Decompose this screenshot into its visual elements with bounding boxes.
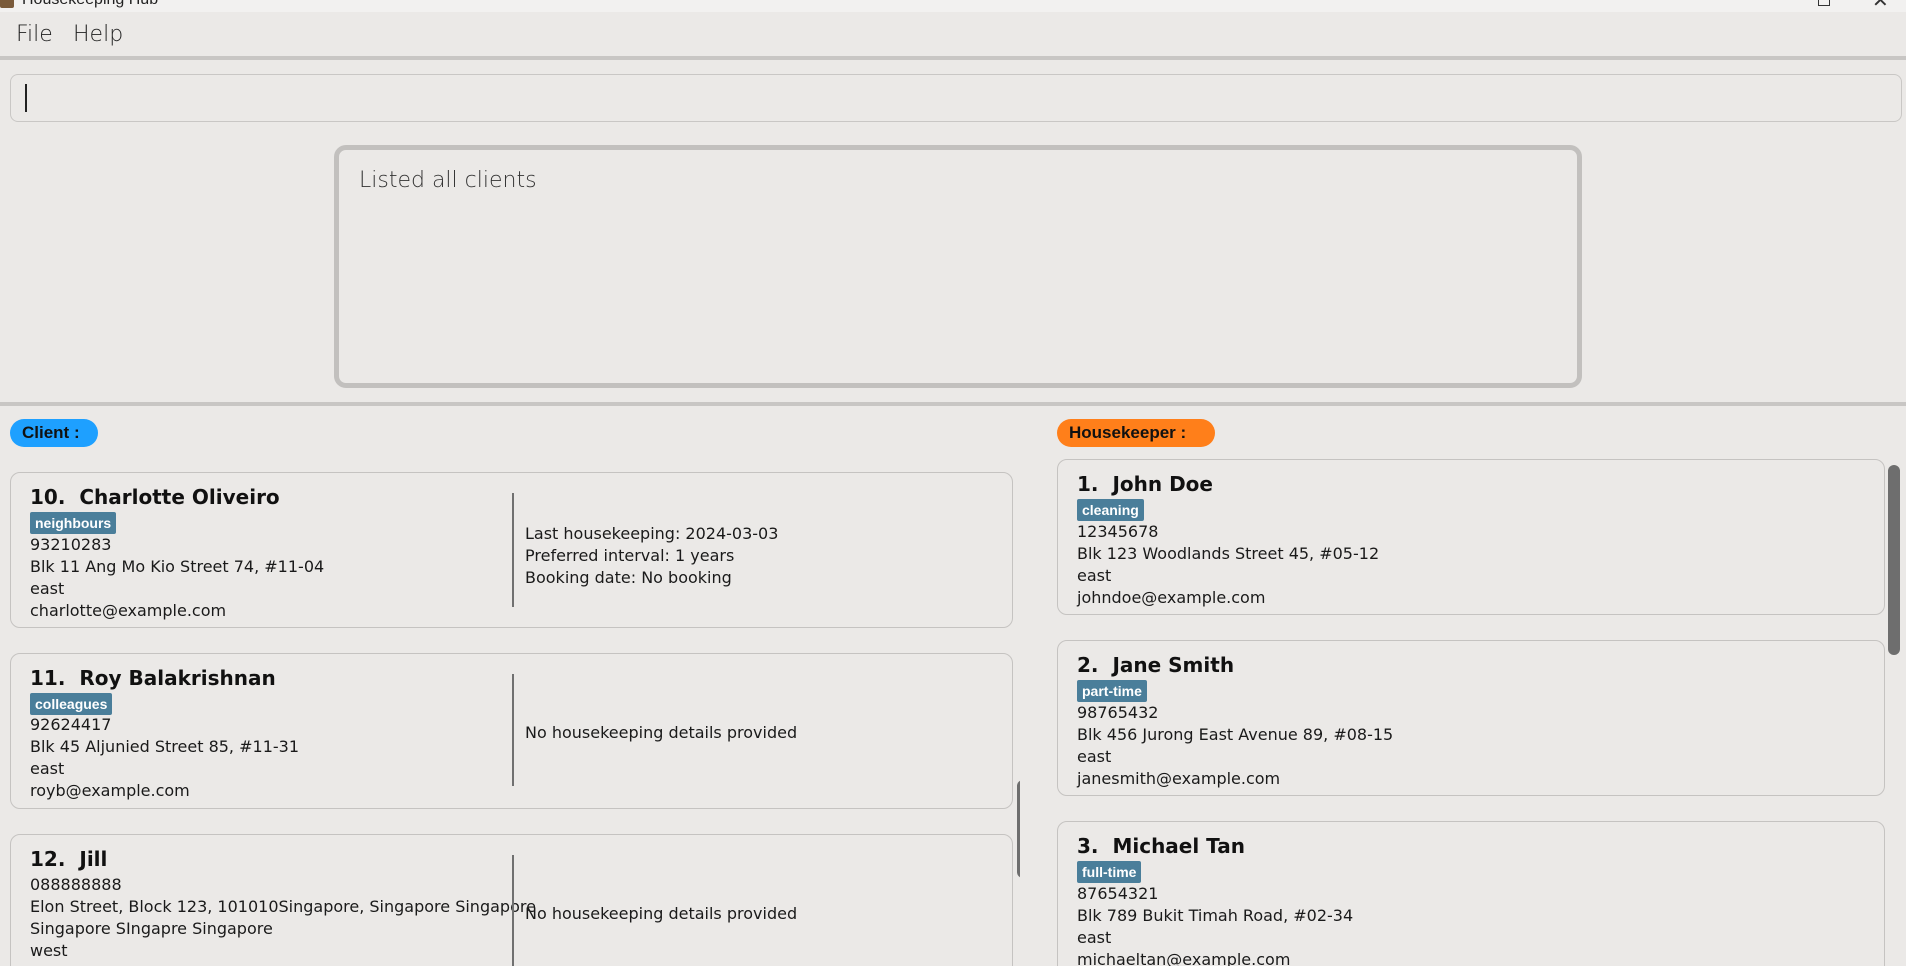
client-tag: colleagues [30, 693, 113, 715]
card-separator [512, 493, 514, 607]
client-phone: 92624417 [30, 715, 112, 734]
housekeeper-name: 3. Michael Tan [1077, 834, 1245, 858]
housekeeper-list-scrollbar[interactable] [1888, 465, 1900, 655]
result-message: Listed all clients [359, 168, 537, 193]
housekeeper-area: east [1077, 566, 1112, 585]
housekeeper-list[interactable]: 1. John Doe cleaning 12345678 Blk 123 Wo… [1050, 450, 1906, 966]
housekeeper-email: michaeltan@example.com [1077, 950, 1291, 966]
housekeeping-details: No housekeeping details provided [525, 904, 798, 923]
client-area: east [30, 759, 65, 778]
client-email: charlotte@example.com [30, 601, 227, 620]
card-separator [512, 855, 514, 966]
housekeeper-phone: 98765432 [1077, 703, 1159, 722]
last-housekeeping: Last housekeeping: 2024-03-03 [525, 524, 779, 543]
title-bar: Housekeeping Hub ✕ [0, 0, 1906, 12]
client-phone: 088888888 [30, 875, 122, 894]
client-address: Blk 11 Ang Mo Kio Street 74, #11-04 [30, 557, 325, 576]
result-display: Listed all clients [334, 145, 1582, 388]
client-phone: 93210283 [30, 535, 112, 554]
housekeeper-phone: 87654321 [1077, 884, 1159, 903]
section-divider [0, 402, 1906, 406]
app-icon [0, 0, 14, 8]
client-list[interactable]: 10. Charlotte Oliveiro neighbours 932102… [0, 462, 1020, 966]
housekeeper-address: Blk 789 Bukit Timah Road, #02-34 [1077, 906, 1354, 925]
housekeeper-tag: cleaning [1077, 499, 1144, 521]
client-name: 11. Roy Balakrishnan [30, 666, 276, 690]
client-email: royb@example.com [30, 781, 190, 800]
client-area: west [30, 941, 68, 960]
close-icon[interactable]: ✕ [1872, 0, 1889, 12]
text-caret [25, 84, 27, 112]
housekeeper-tag: part-time [1077, 680, 1147, 702]
restore-icon[interactable] [1818, 0, 1830, 6]
housekeeper-header: Housekeeper : [1057, 419, 1215, 447]
housekeeper-card[interactable]: 2. Jane Smith part-time 98765432 Blk 456… [1057, 640, 1885, 796]
housekeeper-phone: 12345678 [1077, 522, 1159, 541]
window-title: Housekeeping Hub [22, 0, 158, 9]
client-list-scrollbar[interactable] [1017, 780, 1020, 878]
client-address: Elon Street, Block 123, 101010Singapore,… [30, 897, 536, 916]
menu-bar: File Help [0, 12, 1906, 56]
client-name: 10. Charlotte Oliveiro [30, 485, 280, 509]
housekeeper-area: east [1077, 747, 1112, 766]
housekeeper-tag: full-time [1077, 861, 1142, 883]
housekeeper-address: Blk 456 Jurong East Avenue 89, #08-15 [1077, 725, 1394, 744]
client-header: Client : [10, 419, 98, 447]
housekeeping-details: No housekeeping details provided [525, 723, 798, 742]
menubar-divider [0, 56, 1906, 60]
client-name: 12. Jill [30, 847, 108, 871]
housekeeper-email: johndoe@example.com [1077, 588, 1266, 607]
client-address: Blk 45 Aljunied Street 85, #11-31 [30, 737, 299, 756]
housekeeper-card[interactable]: 3. Michael Tan full-time 87654321 Blk 78… [1057, 821, 1885, 966]
client-tag: neighbours [30, 512, 117, 534]
menu-help[interactable]: Help [73, 22, 123, 47]
housekeeper-name: 1. John Doe [1077, 472, 1213, 496]
housekeeper-area: east [1077, 928, 1112, 947]
housekeeper-email: janesmith@example.com [1077, 769, 1281, 788]
booking-date: Booking date: No booking [525, 568, 732, 587]
menu-file[interactable]: File [16, 22, 53, 47]
client-card[interactable]: 11. Roy Balakrishnan colleagues 92624417… [10, 653, 1013, 809]
client-card[interactable]: 12. Jill 088888888 Elon Street, Block 12… [10, 834, 1013, 966]
client-area: east [30, 579, 65, 598]
client-address-cont: Singapore SIngapre Singapore [30, 919, 273, 938]
preferred-interval: Preferred interval: 1 years [525, 546, 735, 565]
command-input[interactable] [10, 74, 1902, 122]
card-separator [512, 674, 514, 786]
housekeeper-name: 2. Jane Smith [1077, 653, 1235, 677]
housekeeper-card[interactable]: 1. John Doe cleaning 12345678 Blk 123 Wo… [1057, 459, 1885, 615]
housekeeper-address: Blk 123 Woodlands Street 45, #05-12 [1077, 544, 1380, 563]
client-card[interactable]: 10. Charlotte Oliveiro neighbours 932102… [10, 472, 1013, 628]
